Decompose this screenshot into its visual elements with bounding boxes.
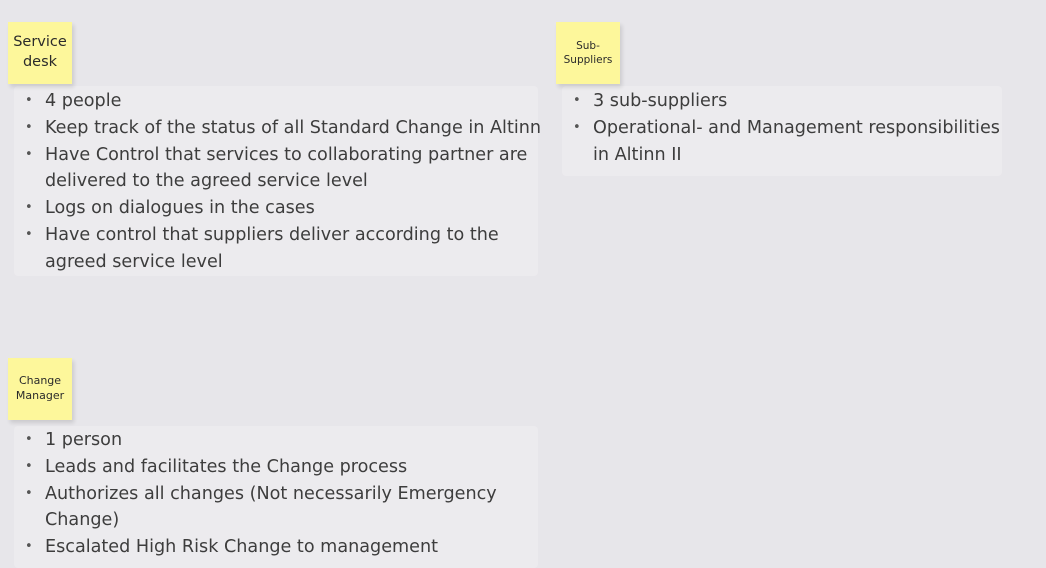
whiteboard-canvas[interactable]: Service desk 4 people Keep track of the …: [0, 0, 1046, 568]
service-desk-sticky-note[interactable]: Service desk: [8, 22, 72, 84]
sticky-note-label: Manager: [15, 389, 65, 402]
sticky-note-label: desk: [22, 54, 58, 70]
sub-suppliers-bullet-list[interactable]: 3 sub-suppliers Operational- and Managem…: [562, 88, 1022, 168]
change-manager-sticky-note[interactable]: Change Manager: [8, 358, 72, 420]
sticky-note-label: Change: [18, 374, 62, 388]
list-item: Escalated High Risk Change to management: [14, 534, 524, 561]
list-item: Logs on dialogues in the cases: [14, 195, 554, 222]
list-item: Authorizes all changes (Not necessarily …: [14, 481, 524, 535]
list-item: Leads and facilitates the Change process: [14, 454, 524, 481]
list-item: Have control that suppliers deliver acco…: [14, 222, 554, 276]
sticky-note-label: Sub-: [576, 39, 600, 52]
sub-suppliers-sticky-note[interactable]: Sub- Suppliers: [556, 22, 620, 84]
sticky-note-label: Service: [13, 34, 67, 51]
list-item: Operational- and Management responsibili…: [562, 115, 1003, 169]
list-item: 4 people: [14, 88, 554, 115]
service-desk-bullet-list[interactable]: 4 people Keep track of the status of all…: [14, 88, 554, 276]
list-item: 1 person: [14, 427, 524, 454]
list-item: 3 sub-suppliers: [562, 88, 1022, 115]
change-manager-bullet-list[interactable]: 1 person Leads and facilitates the Chang…: [14, 427, 524, 561]
list-item: Keep track of the status of all Standard…: [14, 115, 554, 142]
list-item: Have Control that services to collaborat…: [14, 142, 554, 196]
sticky-note-label: Suppliers: [563, 54, 613, 66]
